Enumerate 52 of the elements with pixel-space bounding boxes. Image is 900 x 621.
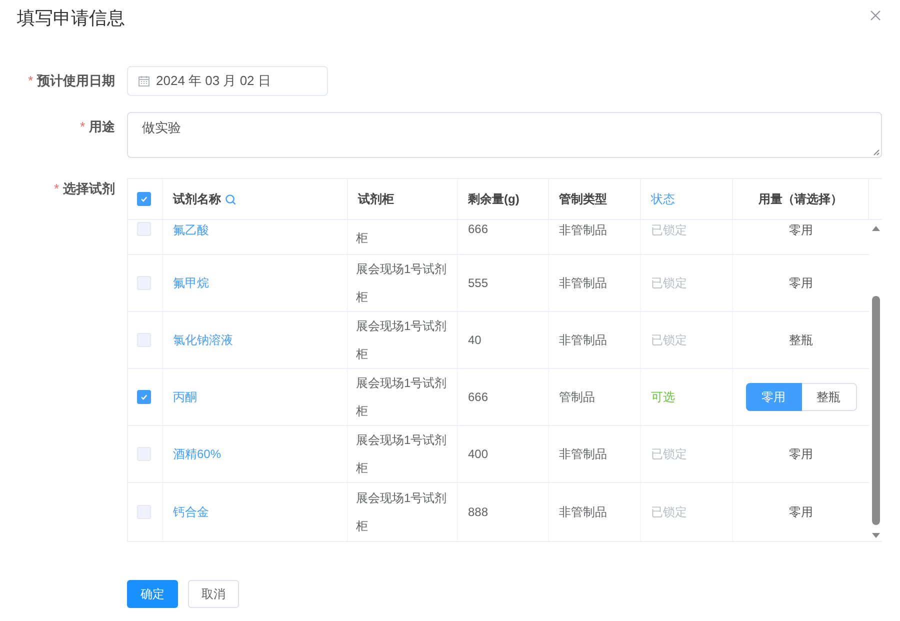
remaining-amount: 666 (468, 222, 488, 236)
status-text: 已锁定 (651, 332, 687, 348)
search-icon[interactable] (225, 194, 236, 204)
control-type-text: 非管制品 (559, 222, 607, 239)
usage-option-button[interactable]: 整瓶 (802, 383, 856, 411)
calendar-icon (138, 75, 150, 87)
checkbox[interactable] (137, 192, 151, 206)
purpose-textarea[interactable]: 做实验 (127, 112, 882, 158)
status-text: 已锁定 (651, 274, 687, 292)
status-text: 已锁定 (651, 504, 687, 520)
remaining-amount: 666 (468, 390, 488, 404)
usage-text: 零用 (789, 446, 813, 462)
close-icon[interactable] (870, 10, 881, 21)
status-text: 已锁定 (651, 446, 687, 462)
status-text: 已锁定 (651, 222, 687, 239)
usage-text: 整瓶 (789, 332, 813, 348)
resize-handle-icon[interactable] (873, 149, 880, 156)
cabinet-text: 展会现场1号试剂柜 (356, 261, 448, 306)
field-label: * 预计使用日期 (28, 73, 115, 88)
control-type-text: 非管制品 (559, 274, 607, 292)
cabinet-text: 展会现场1号试剂柜 (356, 375, 448, 420)
dialog-title: 填写申请信息 (17, 7, 125, 30)
control-type-text: 非管制品 (559, 504, 607, 520)
control-type-text: 管制品 (559, 388, 595, 406)
column-header: 管制类型 (559, 190, 607, 208)
control-type-text: 非管制品 (559, 446, 607, 462)
remaining-amount: 555 (468, 276, 488, 290)
usage-text: 零用 (789, 222, 813, 239)
date-input-field[interactable]: 2024 年 03 月 02 日 (127, 66, 328, 96)
reagent-name-link[interactable]: 丙酮 (173, 388, 197, 406)
field-label: * 用途 (80, 119, 115, 134)
usage-option-button[interactable]: 零用 (746, 383, 802, 411)
status-text: 可选 (651, 388, 675, 406)
column-header: 剩余量(g) (468, 190, 520, 208)
column-header: 用量（请选择） (758, 190, 842, 208)
control-type-text: 非管制品 (559, 332, 607, 348)
column-header: 状态 (651, 190, 675, 208)
cabinet-text: 展会现场1号试剂柜 (356, 318, 448, 363)
confirm-button[interactable]: 确定 (127, 580, 178, 608)
remaining-amount: 888 (468, 505, 488, 519)
cabinet-text: 展会现场1号试剂柜 (356, 490, 448, 535)
usage-text: 零用 (789, 274, 813, 292)
cancel-button[interactable]: 取消 (188, 580, 239, 608)
remaining-amount: 400 (468, 447, 488, 461)
field-label: * 选择试剂 (54, 181, 115, 196)
remaining-amount: 40 (468, 333, 482, 347)
checkbox[interactable] (137, 390, 151, 404)
cabinet-text: 展会现场1号试剂柜 (356, 432, 448, 477)
column-header: 试剂柜 (358, 190, 394, 208)
usage-text: 零用 (789, 504, 813, 520)
column-header: 试剂名称 (173, 190, 221, 208)
cabinet-text: 柜 (356, 230, 369, 247)
